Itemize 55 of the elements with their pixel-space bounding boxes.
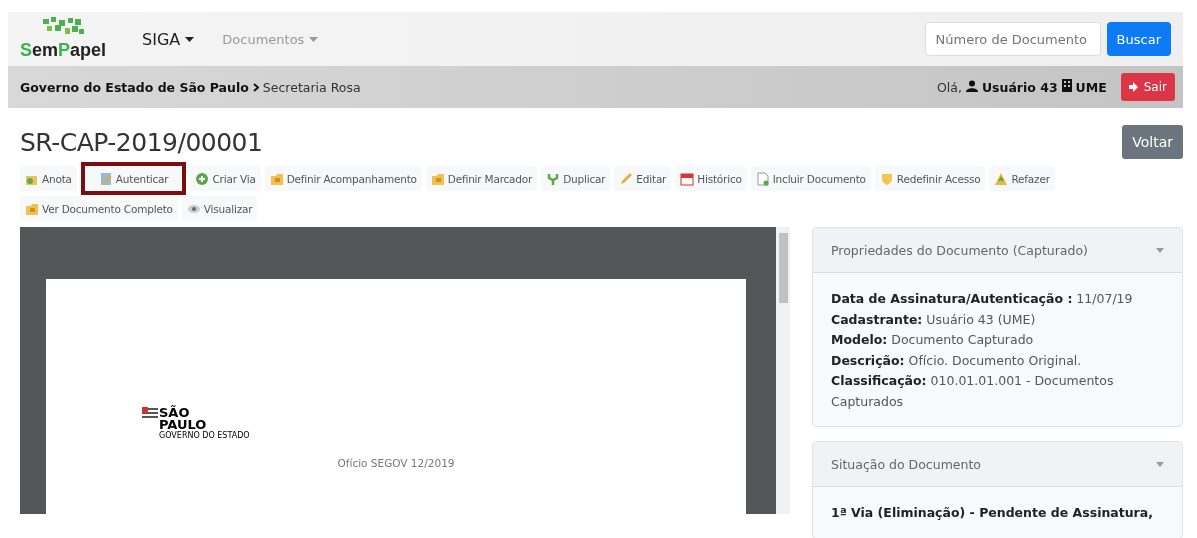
card-title: Situação do Documento [831,456,981,472]
toolbar-button[interactable]: Histórico [675,166,747,191]
caret-icon [185,36,195,42]
breadcrumb-link[interactable]: Governo do Estado de São Paulo [20,79,249,95]
calendar-icon [680,171,695,186]
folder-icon [269,171,284,186]
toolbar-button[interactable]: Redefinir Acesso [874,166,986,191]
page-icon [755,171,770,186]
unit-name: UME [1075,79,1107,95]
pencil-icon [619,171,634,186]
nav-menu[interactable]: SIGA [142,29,195,49]
card-header[interactable]: Propriedades do Documento (Capturado) [813,228,1182,273]
greeting: Olá, [936,79,962,95]
caret-icon [1156,461,1164,467]
toolbar-button[interactable]: Ver Documento Completo [20,196,178,221]
folder-icon [25,201,39,216]
toolbar-button[interactable]: Anota [20,166,77,191]
scrollbar[interactable] [776,227,790,514]
toolbar-button[interactable]: Definir Marcador [425,166,538,191]
shield-icon [879,171,894,186]
property-line: Classificação: 010.01.01.001 - Documentos Capturados [831,372,1115,411]
triangle-icon [994,171,1009,186]
back-button[interactable]: Voltar [1122,125,1183,159]
search-button[interactable]: Buscar [1106,22,1171,56]
breadcrumb-current: Secretaria Rosa [262,79,361,95]
property-line: Modelo: Documento Capturado [831,331,1035,349]
toolbar-button[interactable]: Visualizar [181,196,258,221]
document-number-field[interactable]: Número de Documento [924,22,1101,56]
brand-name: SemPapel [20,40,107,61]
toolbar-button[interactable]: Incluir Documento [750,166,871,191]
caret-icon [1156,247,1164,253]
logout-icon [1128,82,1140,92]
state-logo: SÃO PAULO GOVERNO DO ESTADO [142,407,250,441]
property-line: Cadastrante: Usuário 43 (UME) [831,310,1037,329]
document-icon [98,171,113,186]
building-icon [1061,79,1072,95]
property-line: Descrição: Ofício. Documento Original. [831,351,1083,370]
fork-icon [546,171,561,186]
toolbar-button[interactable]: Editar [614,166,672,191]
toolbar-button[interactable]: Criar Via [190,166,261,191]
card-header[interactable]: Situação do Documento [813,442,1182,487]
toolbar-button[interactable]: Definir Acompanhamento [264,166,422,191]
toolbar-button[interactable]: Refazer [989,166,1055,191]
user-icon [965,79,978,95]
toolbar-button[interactable]: Duplicar [541,166,611,191]
folder-icon [430,171,445,186]
user-name: Usuário 43 [981,79,1058,95]
document-title: SR-CAP-2019/00001 [20,127,263,157]
logout-button[interactable]: Sair [1120,73,1175,101]
plus-icon [195,171,210,186]
property-line: Data de Assinatura/Autenticação : 11/07/19 [831,290,1134,308]
property-line: 1ª Via (Eliminação) - Pendente de Assinatura, [831,504,1154,522]
caret-icon [309,36,319,42]
document-heading: Ofício SEGOV 12/2019 [336,457,456,469]
card-title: Propriedades do Documento (Capturado) [831,242,1088,258]
